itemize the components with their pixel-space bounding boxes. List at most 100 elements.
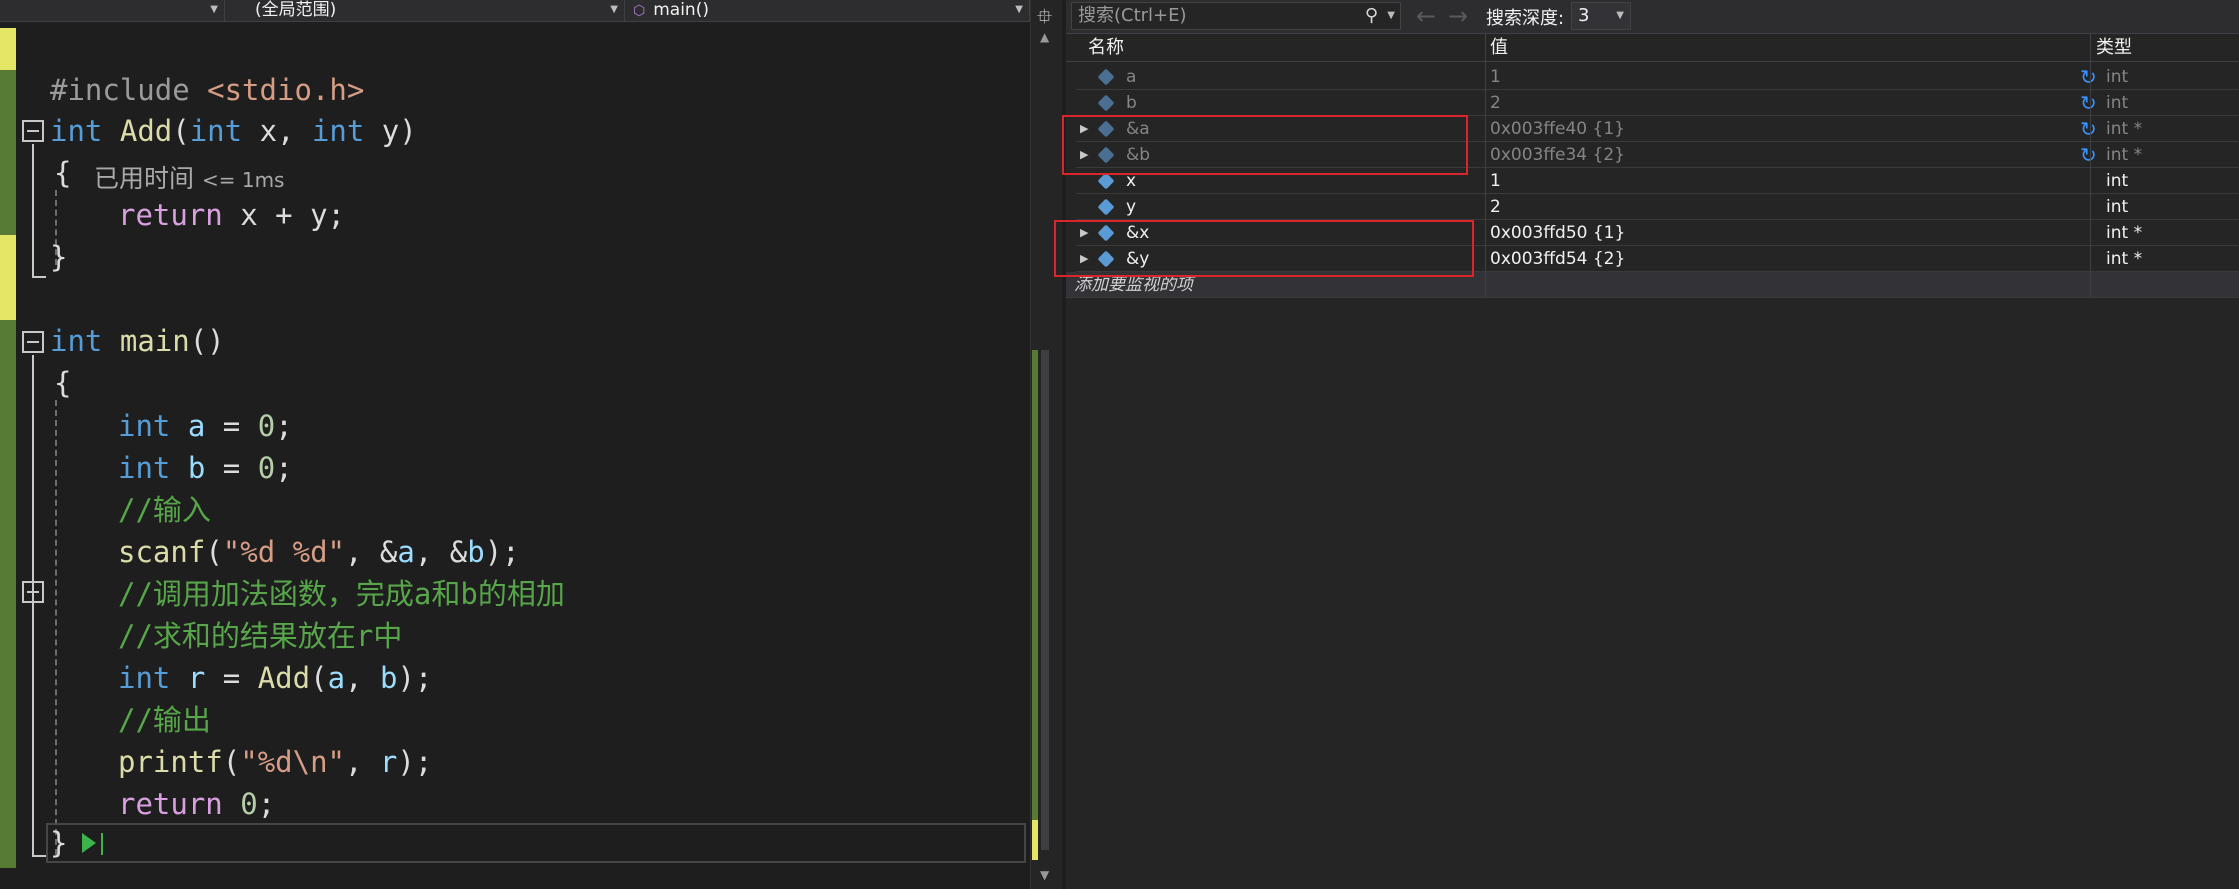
search-previous-icon[interactable]: ← <box>1416 2 1436 30</box>
search-icon[interactable]: ⚲ <box>1365 3 1378 29</box>
code-line-int-r: int r = Add(a, b); <box>118 658 432 698</box>
code-token: "%d\n" <box>240 745 345 779</box>
watch-type: int * <box>2106 119 2143 139</box>
code-line-include: #include <stdio.h> <box>50 70 364 110</box>
code-token: 0 <box>240 787 258 821</box>
code-token: Add <box>119 114 173 148</box>
variable-icon <box>1097 68 1115 86</box>
watch-value[interactable]: 0x003ffd54 {2} <box>1490 246 1625 272</box>
search-depth-value: 3 <box>1578 5 1590 26</box>
watch-value[interactable]: 2 <box>1490 194 1501 220</box>
refresh-icon[interactable]: ↻ <box>2080 142 2097 168</box>
watch-value[interactable]: 0x003ffd50 {1} <box>1490 220 1625 246</box>
column-divider[interactable] <box>1485 34 1486 298</box>
code-token: x + y; <box>222 198 345 232</box>
method-icon: ⬡ <box>633 3 646 19</box>
watch-value[interactable]: 2 <box>1490 90 1501 116</box>
code-editor[interactable]: ▼ (全局范围) ▼ ⬡ main() ▼ #include <stdio.h> … <box>0 0 1062 889</box>
watch-row[interactable]: y 2 int <box>1076 194 2239 220</box>
code-token: int <box>50 114 103 148</box>
editor-scrollbar[interactable]: ⯐ ▲ ▼ <box>1030 0 1062 889</box>
code-token: , & <box>414 535 468 569</box>
watch-row[interactable]: a 1 ↻ int <box>1076 64 2239 90</box>
highlight-box-main-addresses <box>1062 115 1468 175</box>
code-token: b <box>187 451 206 485</box>
code-token: ( <box>205 535 223 569</box>
refresh-icon[interactable]: ↻ <box>2080 116 2097 142</box>
code-line-comment: //调用加法函数，完成a和b的相加 <box>118 574 565 614</box>
code-token: r <box>187 661 206 695</box>
collapse-icon[interactable] <box>22 331 44 353</box>
code-token: = <box>205 451 258 485</box>
column-header-value[interactable]: 值 <box>1490 34 1508 62</box>
chevron-down-icon[interactable]: ▼ <box>1387 3 1395 29</box>
watch-row[interactable]: b 2 ↻ int <box>1076 90 2239 116</box>
run-to-click-icon[interactable] <box>82 833 96 853</box>
code-line-comment: //输出 <box>118 700 211 740</box>
editor-navigation-bar: ▼ (全局范围) ▼ ⬡ main() ▼ <box>0 0 1030 22</box>
refresh-icon[interactable]: ↻ <box>2080 64 2097 90</box>
code-line-comment: //输入 <box>118 490 211 530</box>
column-header-type[interactable]: 类型 <box>2096 34 2132 62</box>
code-token: "%d %d" <box>222 535 345 569</box>
saved-change-marker <box>0 70 16 235</box>
watch-type: int <box>2106 171 2129 191</box>
search-next-icon[interactable]: → <box>1448 2 1468 30</box>
scroll-up-icon[interactable]: ▲ <box>1040 30 1049 44</box>
column-header-name[interactable]: 名称 <box>1088 34 1124 62</box>
code-line-int-a: int a = 0; <box>118 406 293 446</box>
code-token: , <box>345 745 380 779</box>
code-token: int <box>118 409 171 443</box>
scrollbar-thumb[interactable] <box>1041 350 1049 850</box>
search-depth-label: 搜索深度: <box>1486 8 1565 29</box>
scroll-down-icon[interactable]: ▼ <box>1040 868 1049 882</box>
code-token: //求和的结果放在r中 <box>118 619 403 653</box>
code-token: int <box>118 661 171 695</box>
code-token: ; <box>275 409 293 443</box>
saved-change-marker <box>0 320 16 868</box>
function-combo[interactable]: ⬡ main() ▼ <box>625 0 1030 22</box>
watch-value[interactable]: 1 <box>1490 168 1501 194</box>
code-token: y) <box>364 114 417 148</box>
code-token: x, <box>242 114 312 148</box>
code-token: return <box>118 787 223 821</box>
current-line-highlight <box>46 823 1026 863</box>
code-token: ); <box>397 745 433 779</box>
fold-line <box>32 276 46 278</box>
project-combo[interactable]: ▼ <box>0 0 225 22</box>
watch-type: int <box>2106 67 2129 87</box>
chevron-down-icon: ▼ <box>1616 10 1624 21</box>
fold-line <box>32 355 34 855</box>
watch-type: int * <box>2106 223 2143 243</box>
code-token: return <box>118 198 223 232</box>
watch-value[interactable]: 0x003ffe34 {2} <box>1490 142 1625 168</box>
watch-window: 搜索(Ctrl+E) ⚲ ▼ ← → 搜索深度: 3 ▼ 名称 值 类型 a 1 ↻… <box>1054 0 2239 889</box>
chevron-down-icon: ▼ <box>210 4 218 15</box>
fold-line <box>32 855 46 857</box>
watch-value[interactable]: 0x003ffe40 {1} <box>1490 116 1625 142</box>
search-depth-select[interactable]: 3 ▼ <box>1571 2 1631 30</box>
watch-name[interactable]: b <box>1126 90 1137 116</box>
code-token: a <box>187 409 206 443</box>
watch-name[interactable]: y <box>1126 194 1136 220</box>
code-token: ); <box>484 535 520 569</box>
code-line-brace-close: } <box>50 823 67 863</box>
watch-name[interactable]: a <box>1126 64 1136 90</box>
watch-search-input[interactable]: 搜索(Ctrl+E) ⚲ ▼ <box>1071 2 1401 30</box>
code-token: 0 <box>257 409 276 443</box>
code-token: ( <box>310 661 328 695</box>
refresh-icon[interactable]: ↻ <box>2080 90 2097 116</box>
watch-value[interactable]: 1 <box>1490 64 1501 90</box>
code-line-return: return x + y; <box>118 195 345 235</box>
column-divider[interactable] <box>2090 34 2091 298</box>
scope-combo[interactable]: (全局范围) ▼ <box>225 0 625 22</box>
watch-type: int * <box>2106 145 2143 165</box>
code-token: { <box>54 366 72 400</box>
code-token: a <box>397 535 415 569</box>
collapse-icon[interactable] <box>22 120 44 142</box>
indent-guide <box>55 400 57 855</box>
run-to-click-icon-bar <box>101 833 103 855</box>
